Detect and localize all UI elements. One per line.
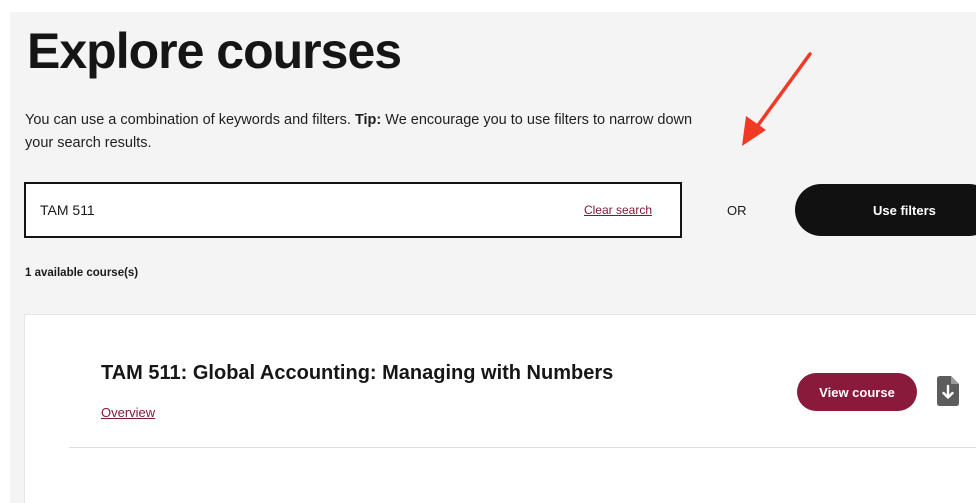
use-filters-button[interactable]: Use filters: [795, 184, 976, 236]
red-arrow-icon: [742, 52, 812, 146]
course-title: TAM 511: Global Accounting: Managing wit…: [101, 362, 614, 384]
intro-sentence: You can use a combination of keywords an…: [25, 112, 355, 128]
result-count: 1 available course(s): [25, 267, 139, 279]
search-input[interactable]: [40, 184, 560, 236]
page-title: Explore courses: [27, 23, 402, 79]
intro-text: You can use a combination of keywords an…: [25, 109, 705, 155]
or-separator: OR: [727, 203, 747, 218]
view-course-button[interactable]: View course: [797, 373, 917, 411]
overview-link[interactable]: Overview: [101, 405, 155, 420]
card-divider: [69, 447, 976, 448]
course-card: TAM 511: Global Accounting: Managing wit…: [25, 315, 976, 503]
tip-label: Tip:: [354, 112, 382, 128]
clear-search-link[interactable]: Clear search: [584, 203, 652, 217]
search-box: Clear search: [24, 182, 682, 238]
download-document-icon[interactable]: [937, 376, 959, 406]
